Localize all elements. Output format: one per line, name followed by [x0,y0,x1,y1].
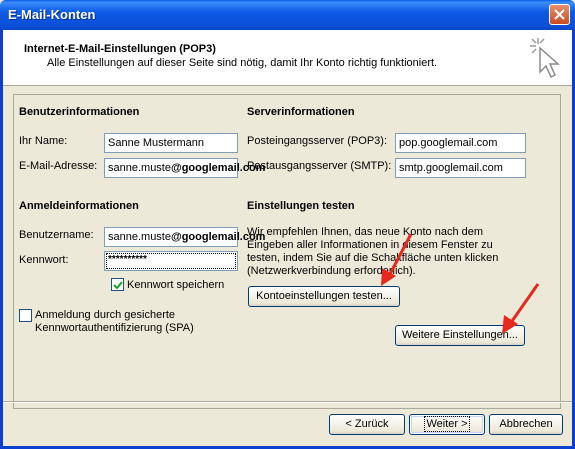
outgoing-server-input[interactable]: smtp.googlemail.com [395,158,526,178]
password-label: Kennwort: [19,254,69,266]
outgoing-server-label: Postausgangsserver (SMTP): [247,160,392,172]
password-input[interactable]: ********** [104,251,238,271]
email-input[interactable]: sanne.muste@googlemail.com [104,158,265,178]
name-value: Sanne Mustermann [108,137,204,149]
test-account-settings-label: Kontoeinstellungen testen... [256,290,392,302]
user-info-heading: Benutzerinformationen [19,106,140,118]
email-value-prefix: sanne.muste [108,162,171,174]
incoming-server-input[interactable]: pop.googlemail.com [395,133,526,153]
window-title: E-Mail-Konten [8,7,96,22]
more-settings-button[interactable]: Weitere Einstellungen... [395,325,525,346]
spa-label-line1: Anmeldung durch gesicherte [35,309,176,321]
spa-checkbox[interactable] [19,309,32,322]
spa-label-line2: Kennwortauthentifizierung (SPA) [35,322,194,334]
header-title: Internet-E-Mail-Einstellungen (POP3) [24,43,216,55]
test-account-settings-button[interactable]: Kontoeinstellungen testen... [248,286,400,307]
close-icon [554,9,565,20]
password-value: ********** [108,254,147,265]
cursor-sparkle-icon [530,38,560,79]
back-button[interactable]: < Zurück [329,414,405,435]
incoming-server-value: pop.googlemail.com [399,137,498,149]
test-settings-heading: Einstellungen testen [247,200,355,212]
title-bar: E-Mail-Konten [0,0,575,30]
incoming-server-label: Posteingangsserver (POP3): [247,135,388,147]
header-subtitle: Alle Einstellungen auf dieser Seite sind… [47,57,438,69]
email-label: E-Mail-Adresse: [19,160,98,172]
remember-password-label: Kennwort speichern [127,279,225,291]
test-settings-description: Wir empfehlen Ihnen, das neue Konto nach… [247,226,499,277]
name-input[interactable]: Sanne Mustermann [104,133,238,153]
checkmark-icon [113,281,123,290]
footer-separator [3,401,572,403]
outgoing-server-value: smtp.googlemail.com [399,162,503,174]
cancel-button[interactable]: Abbrechen [489,414,563,435]
close-button[interactable] [549,4,570,25]
cancel-label: Abbrechen [499,418,553,430]
server-info-heading: Serverinformationen [247,106,355,118]
spa-label: Anmeldung durch gesicherte Kennwortauthe… [35,309,194,335]
login-info-heading: Anmeldeinformationen [19,200,139,212]
username-value-prefix: sanne.muste [108,231,171,243]
more-settings-label: Weitere Einstellungen... [402,329,518,341]
back-label: < Zurück [345,418,389,430]
dialog-window: E-Mail-Konten Internet-E-Mail-Einstellun… [0,0,575,449]
username-label: Benutzername: [19,229,94,241]
name-label: Ihr Name: [19,135,68,147]
remember-password-checkbox[interactable] [111,278,124,291]
username-input[interactable]: sanne.muste@googlemail.com [104,227,265,247]
next-button[interactable]: Weiter > [409,414,485,435]
dialog-client-area: Internet-E-Mail-Einstellungen (POP3) All… [3,30,572,446]
next-label: Weiter > [424,416,470,432]
wizard-header: Internet-E-Mail-Einstellungen (POP3) All… [3,30,572,86]
